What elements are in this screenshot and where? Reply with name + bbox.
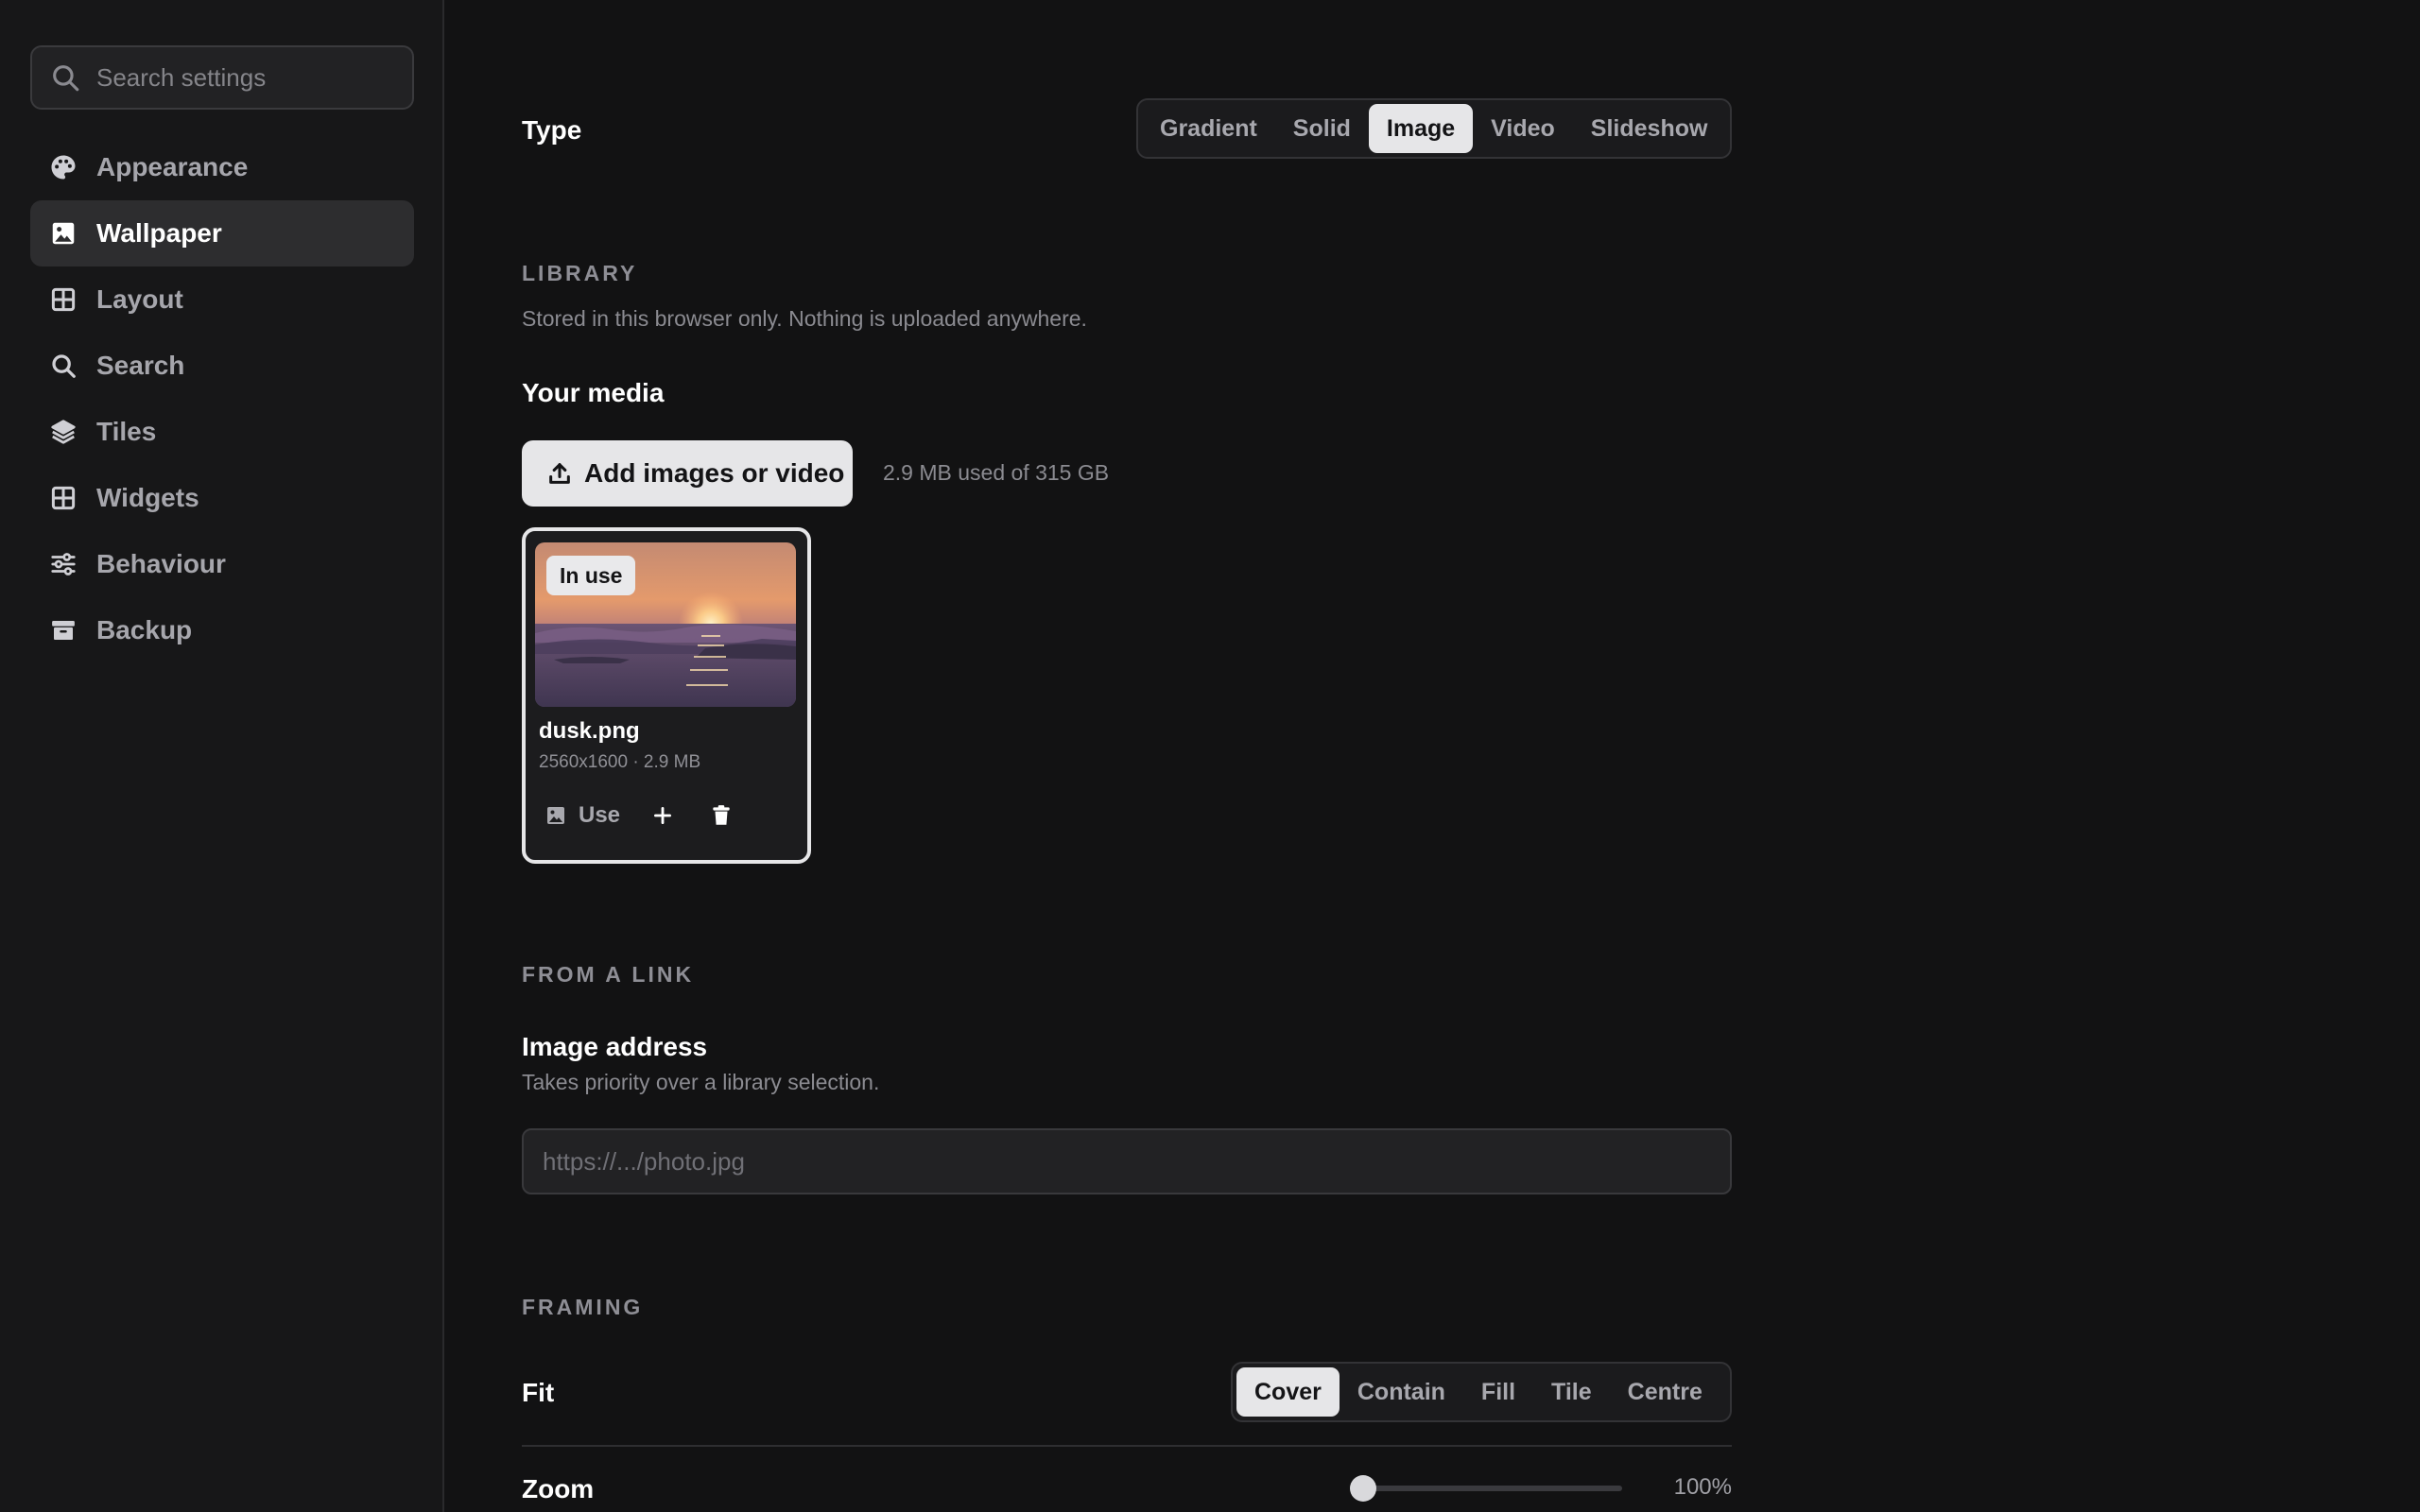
sidebar-item-label: Behaviour — [96, 549, 226, 578]
media-card[interactable]: In use dusk.png 2560x1600 · 2.9 MB Use — [522, 527, 811, 864]
use-media-button[interactable]: Use — [539, 802, 626, 829]
in-use-badge: In use — [546, 556, 636, 595]
search-input[interactable] — [95, 61, 401, 94]
add-media-label: Add images or video — [584, 458, 845, 488]
type-label: Type — [522, 115, 582, 145]
add-media-button[interactable]: Add images or video — [522, 440, 853, 507]
grid-icon — [49, 285, 78, 314]
sidebar-item-label: Tiles — [96, 417, 157, 446]
sidebar-item-label: Layout — [96, 284, 183, 314]
type-option-image[interactable]: Image — [1368, 104, 1474, 153]
trash-icon — [713, 805, 730, 825]
search-box[interactable] — [30, 45, 414, 110]
sliders-icon — [49, 550, 78, 578]
plus-icon — [654, 807, 672, 824]
sidebar-item-label: Search — [96, 351, 185, 380]
sidebar-item-behaviour[interactable]: Behaviour — [30, 531, 414, 597]
fit-option-tile[interactable]: Tile — [1533, 1367, 1610, 1417]
type-option-slideshow[interactable]: Slideshow — [1573, 104, 1726, 153]
main-panel: Type Gradient Solid Image Video Slidesho… — [522, 0, 1732, 1512]
link-section-title: FROM A LINK — [522, 962, 695, 987]
sidebar-item-label: Backup — [96, 615, 193, 644]
sidebar-item-wallpaper[interactable]: Wallpaper — [30, 200, 414, 266]
image-icon — [547, 807, 564, 824]
fit-label: Fit — [522, 1378, 555, 1407]
sidebar-item-tiles[interactable]: Tiles — [30, 399, 414, 465]
media-filename: dusk.png — [539, 718, 640, 744]
type-option-gradient[interactable]: Gradient — [1142, 104, 1275, 153]
library-section-title: LIBRARY — [522, 261, 638, 285]
sidebar-item-label: Wallpaper — [96, 218, 222, 248]
sidebar-item-backup[interactable]: Backup — [30, 597, 414, 663]
search-icon — [53, 65, 79, 92]
zoom-value: 100% — [1673, 1474, 1732, 1500]
image-icon — [49, 219, 78, 248]
fit-option-contain[interactable]: Contain — [1340, 1367, 1463, 1417]
your-media-heading: Your media — [522, 378, 665, 407]
layers-icon — [49, 418, 78, 446]
sidebar: Appearance Wallpaper Layout Search Tiles — [0, 0, 444, 1512]
media-meta: 2560x1600 · 2.9 MB — [539, 752, 701, 772]
sidebar-item-label: Widgets — [96, 483, 199, 512]
type-option-video[interactable]: Video — [1473, 104, 1573, 153]
delete-media-button[interactable] — [700, 794, 743, 837]
sidebar-item-widgets[interactable]: Widgets — [30, 465, 414, 531]
framing-divider — [522, 1445, 1732, 1447]
upload-icon — [549, 463, 570, 484]
use-label: Use — [579, 802, 621, 828]
media-actions: Use — [539, 794, 743, 837]
add-to-slideshow-button[interactable] — [641, 794, 684, 837]
widgets-icon — [49, 484, 78, 512]
zoom-label: Zoom — [522, 1474, 595, 1503]
library-description: Stored in this browser only. Nothing is … — [522, 306, 1087, 331]
image-address-input[interactable] — [522, 1128, 1732, 1194]
framing-section-title: FRAMING — [522, 1295, 644, 1319]
storage-usage-text: 2.9 MB used of 315 GB — [883, 460, 1110, 485]
fit-option-cover[interactable]: Cover — [1236, 1367, 1340, 1417]
fit-option-fill[interactable]: Fill — [1463, 1367, 1533, 1417]
type-segmented-control: Gradient Solid Image Video Slideshow — [1136, 98, 1732, 159]
image-address-description: Takes priority over a library selection. — [522, 1070, 880, 1094]
image-address-heading: Image address — [522, 1032, 708, 1061]
type-option-solid[interactable]: Solid — [1275, 104, 1369, 153]
fit-option-centre[interactable]: Centre — [1610, 1367, 1720, 1417]
search-icon — [49, 352, 78, 380]
palette-icon — [49, 153, 78, 181]
zoom-slider-track[interactable] — [1356, 1486, 1622, 1491]
zoom-slider-handle[interactable] — [1350, 1475, 1376, 1502]
archive-icon — [49, 616, 78, 644]
sidebar-item-appearance[interactable]: Appearance — [30, 134, 414, 200]
sidebar-item-layout[interactable]: Layout — [30, 266, 414, 333]
sidebar-nav: Appearance Wallpaper Layout Search Tiles — [30, 134, 414, 663]
fit-segmented-control: Cover Contain Fill Tile Centre — [1231, 1362, 1732, 1422]
sidebar-item-search[interactable]: Search — [30, 333, 414, 399]
sidebar-item-label: Appearance — [96, 152, 249, 181]
